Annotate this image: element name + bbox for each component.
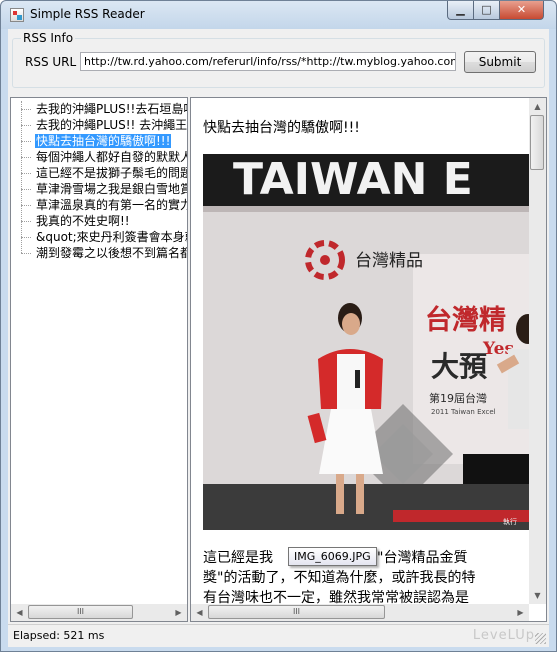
photo-number-text: 第19屆台灣 <box>429 391 487 405</box>
rss-url-label: RSS URL <box>25 55 77 69</box>
image-tooltip: IMG_6069.JPG <box>288 547 377 566</box>
post-body-line-2: 獎"的活動了，不知道為什麼，或許我長的特 <box>203 570 476 586</box>
title-bar[interactable]: Simple RSS Reader ▁ □ ✕ <box>1 1 556 29</box>
tree-hscroll[interactable]: ◀ III ▶ <box>11 604 187 621</box>
feed-item-label: 潮到發霉之以後想不到篇名都 <box>36 246 188 260</box>
app-window: Simple RSS Reader ▁ □ ✕ RSS Info RSS URL… <box>0 0 557 652</box>
rss-url-input[interactable]: http://tw.rd.yahoo.com/referurl/info/rss… <box>80 52 456 71</box>
window-title: Simple RSS Reader <box>30 7 145 21</box>
feed-item-label: 我真的不姓史啊!! <box>36 214 130 228</box>
feed-item[interactable]: 每個沖繩人都好自發的默默人 <box>11 149 187 165</box>
status-bar: Elapsed: 521 ms LeveLUp <box>8 624 549 647</box>
scroll-down-icon[interactable]: ▼ <box>529 587 546 604</box>
feed-item[interactable]: 潮到發霉之以後想不到篇名都 <box>11 245 187 261</box>
photo-brand-text: 台灣精品 <box>355 251 423 271</box>
post-vscroll[interactable]: ▲ ▼ <box>529 98 546 604</box>
client-area: RSS Info RSS URL http://tw.rd.yahoo.com/… <box>8 29 549 647</box>
scroll-up-icon[interactable]: ▲ <box>529 98 546 115</box>
feed-item-label: 草津溫泉真的有第一名的實力 <box>36 198 188 212</box>
close-button[interactable]: ✕ <box>499 1 544 20</box>
maximize-button[interactable]: □ <box>473 1 500 20</box>
photo-big-text: 大預 <box>431 350 488 383</box>
feed-item-label: 去我的沖繩PLUS!!去石垣島吃 <box>36 102 188 116</box>
feed-item-label: 草津滑雪場之我是銀白雪地賞 <box>36 182 188 196</box>
minimize-button[interactable]: ▁ <box>447 1 474 20</box>
feed-item[interactable]: &quot;來史丹利簽書會本身就 <box>11 229 187 245</box>
post-view[interactable]: 快點去抽台灣的驕傲啊!!! TAIWAN E 台灣精品 台灣精 Yes 大預 第… <box>190 97 547 622</box>
feed-item[interactable]: 這已經不是拔獅子鬃毛的問題 <box>11 165 187 181</box>
scroll-right-icon[interactable]: ▶ <box>170 604 187 621</box>
feed-item[interactable]: 去我的沖繩PLUS!! 去沖繩王國 <box>11 117 187 133</box>
post-hscroll[interactable]: ◀ III ▶ <box>191 604 529 621</box>
feed-item-label: 這已經不是拔獅子鬃毛的問題 <box>36 166 188 180</box>
feed-item[interactable]: 草津滑雪場之我是銀白雪地賞 <box>11 181 187 197</box>
submit-button[interactable]: Submit <box>464 51 536 73</box>
post-photo: TAIWAN E 台灣精品 台灣精 Yes 大預 第19屆台灣 2011 Tai… <box>203 154 530 530</box>
post-body-line-1-left: 這已經是我 <box>203 550 273 566</box>
post-title: 快點去抽台灣的驕傲啊!!! <box>203 120 360 136</box>
photo-year-text: 2011 Taiwan Excel <box>431 408 496 416</box>
elapsed-status: Elapsed: 521 ms <box>13 629 105 642</box>
photo-red-text: 台灣精 <box>425 304 506 336</box>
post-vscroll-thumb[interactable] <box>530 115 544 170</box>
scroll-right-icon[interactable]: ▶ <box>512 604 529 621</box>
feed-item[interactable]: 快點去抽台灣的驕傲啊!!! <box>11 133 187 149</box>
photo-image: TAIWAN E 台灣精品 台灣精 Yes 大預 第19屆台灣 2011 Tai… <box>203 154 530 530</box>
feed-item-label: &quot;來史丹利簽書會本身就 <box>36 230 188 244</box>
rss-app-icon[interactable] <box>10 8 24 22</box>
watermark-text: LeveLUp <box>472 628 535 643</box>
feed-item-label: 每個沖繩人都好自發的默默人 <box>36 150 188 164</box>
feed-tree[interactable]: 去我的沖繩PLUS!!去石垣島吃 去我的沖繩PLUS!! 去沖繩王國 快點去抽台灣的… <box>10 97 188 622</box>
feed-item[interactable]: 去我的沖繩PLUS!!去石垣島吃 <box>11 101 187 117</box>
feed-item-label: 快點去抽台灣的驕傲啊!!! <box>35 134 172 148</box>
photo-banner-text: TAIWAN E <box>233 154 473 205</box>
scroll-left-icon[interactable]: ◀ <box>11 604 28 621</box>
feed-item-label: 去我的沖繩PLUS!! 去沖繩王國 <box>36 118 188 132</box>
rss-info-group: RSS Info RSS URL http://tw.rd.yahoo.com/… <box>12 31 545 88</box>
resize-grip-icon[interactable] <box>535 633 546 644</box>
feed-item[interactable]: 草津溫泉真的有第一名的實力 <box>11 197 187 213</box>
rss-info-label: RSS Info <box>21 31 76 45</box>
scroll-left-icon[interactable]: ◀ <box>191 604 208 621</box>
feed-item[interactable]: 我真的不姓史啊!! <box>11 213 187 229</box>
photo-small-text: 執行 <box>503 517 517 526</box>
post-hscroll-thumb[interactable]: III <box>208 605 385 619</box>
tree-hscroll-thumb[interactable]: III <box>28 605 133 619</box>
